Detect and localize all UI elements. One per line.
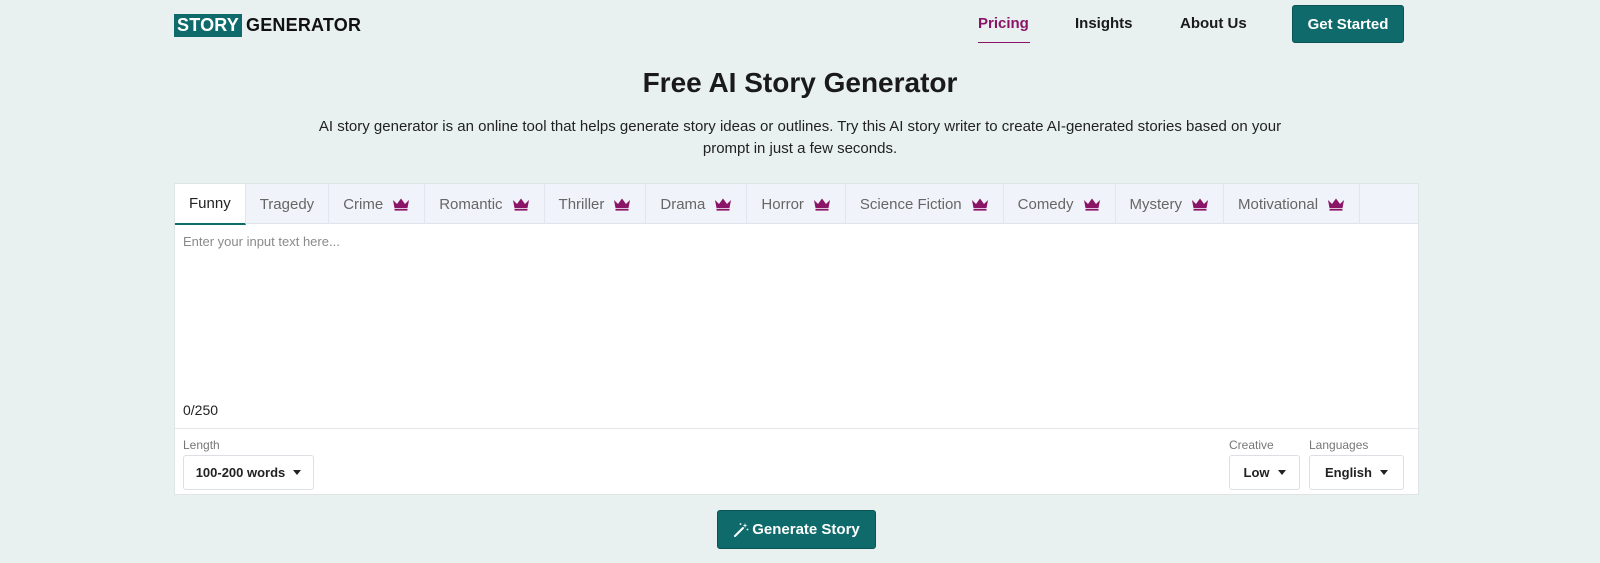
crown-icon [813, 198, 830, 211]
tab-label: Drama [660, 195, 706, 213]
tab-label: Crime [343, 195, 384, 213]
creative-value: Low [1243, 465, 1270, 480]
crown-icon [1328, 198, 1345, 211]
length-dropdown[interactable]: 100-200 words [183, 455, 314, 490]
length-label: Length [183, 438, 220, 452]
page-title: Free AI Story Generator [642, 67, 958, 98]
crown-icon [1192, 198, 1208, 211]
tab-label: Horror [761, 195, 804, 213]
tab-crime[interactable]: Crime [329, 184, 426, 224]
tab-motivational[interactable]: Motivational [1224, 184, 1361, 224]
languages-label: Languages [1309, 438, 1369, 452]
crown-icon [715, 198, 732, 211]
tab-horror[interactable]: Horror [747, 184, 846, 224]
options-divider [175, 428, 1418, 429]
tab-label: Comedy [1017, 195, 1074, 213]
crown-icon [1083, 198, 1100, 211]
languages-dropdown[interactable]: English [1309, 455, 1404, 490]
tab-label: Thriller [558, 195, 605, 213]
tab-thriller[interactable]: Thriller [545, 184, 647, 224]
crown-icon [614, 198, 631, 211]
languages-value: English [1325, 465, 1372, 480]
nav-pricing[interactable]: Pricing [978, 15, 1029, 32]
character-counter: 0/250 [183, 402, 219, 418]
nav-about-us[interactable]: About Us [1180, 15, 1247, 32]
tab-romantic[interactable]: Romantic [425, 184, 545, 224]
chevron-down-icon [293, 470, 302, 475]
crown-icon [971, 198, 988, 211]
tab-label: Funny [189, 195, 231, 212]
story-prompt-input[interactable] [175, 225, 1418, 411]
tab-drama[interactable]: Drama [646, 184, 748, 224]
generate-story-label: Generate Story [752, 521, 860, 538]
genre-tabs: Funny Tragedy Crime Romantic Thriller Drama Ho… [175, 184, 1418, 225]
generate-story-button[interactable]: Generate Story [717, 510, 876, 549]
tab-label: Science Fiction [859, 195, 962, 213]
tab-mystery[interactable]: Mystery [1116, 184, 1224, 224]
chevron-down-icon [1277, 470, 1286, 475]
nav-insights[interactable]: Insights [1075, 15, 1133, 32]
tab-label: Romantic [439, 195, 503, 213]
tab-label: Mystery [1129, 195, 1183, 213]
chevron-down-icon [1379, 470, 1388, 475]
tab-tragedy[interactable]: Tragedy [246, 184, 330, 224]
tab-science-fiction[interactable]: Science Fiction [846, 184, 1004, 224]
tab-label: Motivational [1238, 195, 1319, 213]
site-header: STORY GENERATOR Pricing Insights About U… [0, 0, 1600, 46]
tab-funny[interactable]: Funny [175, 184, 246, 225]
nav-active-underline [978, 42, 1030, 43]
crown-icon [393, 198, 410, 211]
creative-label: Creative [1229, 438, 1274, 452]
crown-icon [512, 198, 529, 211]
page-description: AI story generator is an online tool tha… [318, 118, 1282, 157]
creative-dropdown[interactable]: Low [1229, 455, 1300, 490]
generator-card: Funny Tragedy Crime Romantic Thriller Drama Ho… [174, 183, 1419, 495]
page: STORY GENERATOR Pricing Insights About U… [0, 0, 1600, 563]
length-value: 100-200 words [195, 465, 286, 480]
tab-comedy[interactable]: Comedy [1004, 184, 1116, 224]
magic-wand-icon [734, 522, 749, 537]
get-started-button[interactable]: Get Started [1292, 5, 1404, 43]
tab-label: Tragedy [259, 195, 315, 213]
